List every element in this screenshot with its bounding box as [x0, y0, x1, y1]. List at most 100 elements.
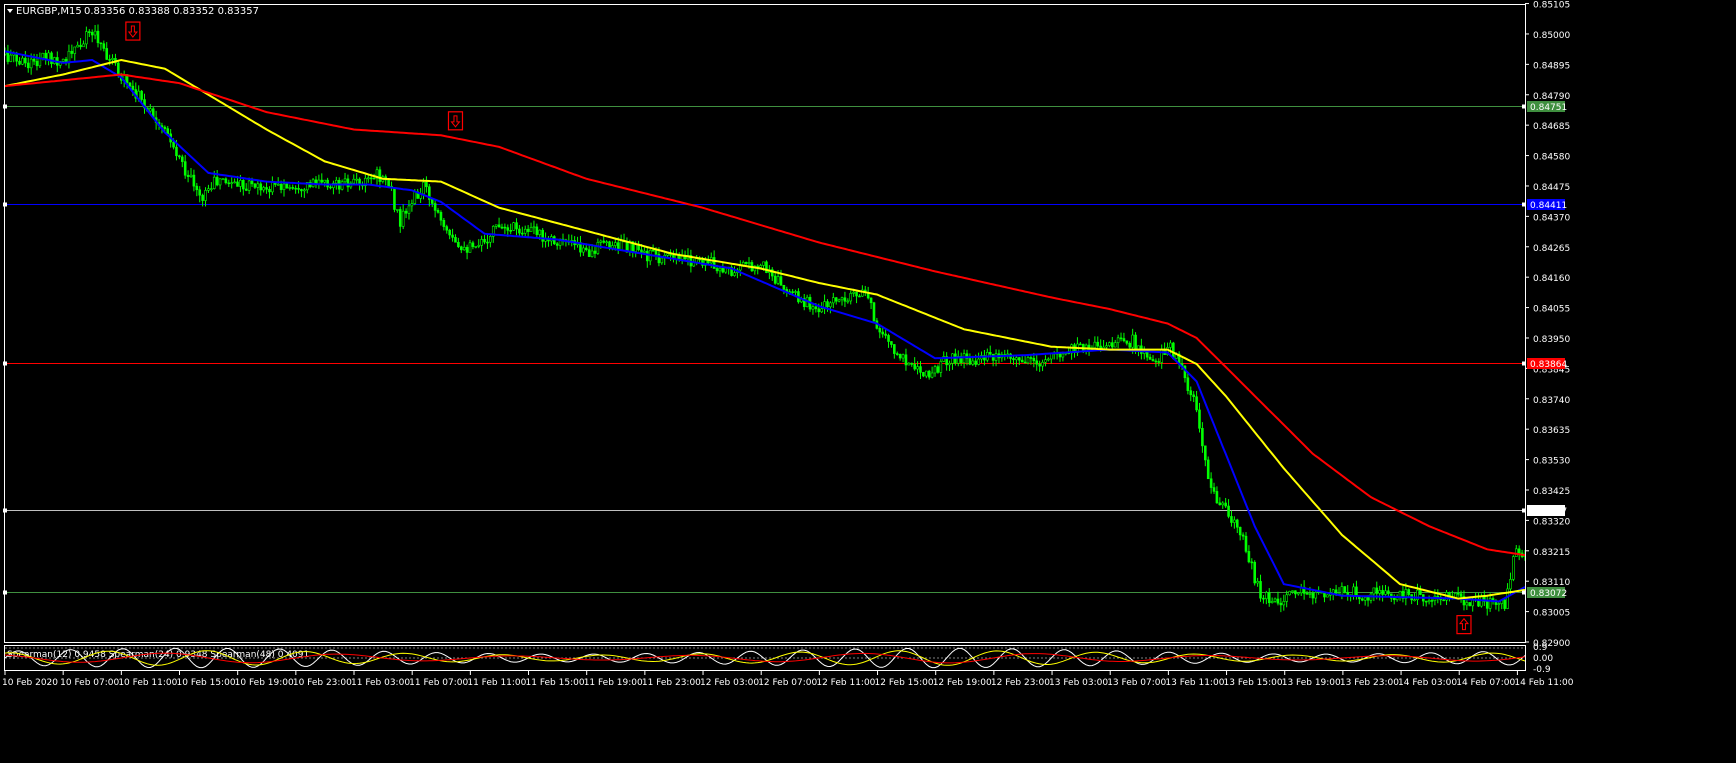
candle-body — [105, 48, 109, 60]
candle — [1279, 597, 1283, 613]
candle — [602, 235, 605, 244]
candle — [1401, 585, 1405, 603]
candle-body — [791, 291, 794, 293]
candle-body — [605, 241, 608, 244]
candle — [1020, 355, 1024, 363]
candle-body — [1503, 599, 1506, 609]
candle-body — [198, 189, 202, 196]
candle — [430, 199, 434, 208]
collapse-triangle-icon[interactable] — [7, 9, 13, 13]
candle-body — [276, 183, 280, 186]
candle-body — [593, 250, 597, 254]
candle — [846, 298, 850, 304]
candle — [1421, 594, 1425, 607]
candle-body — [285, 183, 289, 189]
candle-body — [904, 354, 908, 366]
candle — [497, 217, 501, 228]
candle — [262, 185, 265, 193]
candle-body — [93, 30, 97, 36]
candle — [544, 232, 547, 248]
candle — [1192, 391, 1195, 403]
candle — [93, 25, 97, 40]
candle-body — [430, 199, 434, 204]
candle-body — [404, 210, 408, 214]
candle — [1183, 364, 1187, 383]
candle — [890, 341, 893, 348]
candle — [901, 353, 905, 363]
candle — [1212, 482, 1216, 494]
candle-body — [256, 183, 260, 188]
candle — [457, 237, 460, 249]
candle — [837, 298, 841, 303]
candle-body — [509, 230, 512, 232]
candle — [1352, 583, 1355, 600]
candle-body — [1212, 487, 1216, 492]
candle-body — [9, 54, 13, 62]
candle-body — [1282, 601, 1286, 606]
candle — [102, 40, 106, 52]
candle — [410, 199, 414, 212]
candle-body — [1250, 561, 1254, 564]
candle-body — [968, 358, 972, 365]
candle-body — [1262, 597, 1265, 600]
candle — [922, 371, 925, 378]
candle-body — [776, 276, 780, 284]
candle — [1224, 497, 1227, 509]
candle — [1125, 340, 1129, 346]
candles — [5, 24, 1525, 616]
y-tick-label: 0.84580 — [1533, 153, 1570, 163]
candle-body — [413, 191, 417, 204]
symbol-title: EURGBP,M15 — [16, 6, 82, 17]
candle — [518, 225, 521, 238]
y-tick-label: 0.83005 — [1533, 609, 1570, 619]
price-chart[interactable]: EURGBP,M15 0.83356 0.83388 0.83352 0.833… — [0, 0, 1736, 763]
candle — [265, 180, 268, 194]
candle-body — [744, 262, 748, 264]
candle-body — [1105, 345, 1108, 348]
candle-body — [378, 169, 382, 182]
candle — [352, 174, 356, 185]
candle — [773, 271, 777, 285]
candle-body — [1023, 361, 1027, 364]
candle-body — [936, 366, 940, 373]
candle — [1517, 545, 1521, 561]
candle-body — [840, 297, 844, 301]
candle-body — [439, 212, 443, 221]
candle-body — [1375, 587, 1379, 594]
candle — [1148, 353, 1152, 360]
candle — [79, 38, 82, 50]
candle — [797, 288, 800, 304]
candle-body — [715, 268, 719, 272]
line-handle-left — [3, 104, 7, 109]
candle-body — [73, 46, 77, 54]
candle-body — [262, 187, 265, 191]
candle-body — [1305, 593, 1309, 595]
candle-body — [843, 297, 847, 302]
buy-arrow-icon — [1456, 615, 1472, 635]
candle — [448, 228, 451, 240]
candle-body — [1279, 602, 1283, 606]
candle-body — [369, 177, 373, 180]
candle — [44, 49, 47, 65]
candle — [1015, 354, 1018, 367]
candle — [218, 178, 222, 190]
x-tick-label: 14 Feb 07:00 — [1456, 678, 1515, 688]
candle-body — [590, 250, 594, 257]
candle-body — [651, 249, 655, 252]
candle — [462, 241, 466, 251]
candle — [1323, 592, 1326, 603]
candle-body — [398, 209, 402, 227]
candle-body — [218, 178, 222, 186]
candle-body — [393, 187, 396, 210]
candle-body — [471, 242, 475, 247]
candle — [1311, 588, 1315, 605]
candle — [802, 294, 806, 311]
candle — [1044, 355, 1047, 367]
x-tick-label: 13 Feb 03:00 — [1049, 678, 1108, 688]
candle — [1267, 588, 1271, 607]
candle — [1023, 356, 1027, 364]
candle — [849, 290, 853, 305]
candle — [529, 222, 533, 232]
candle — [1302, 580, 1306, 600]
candle — [407, 200, 411, 220]
